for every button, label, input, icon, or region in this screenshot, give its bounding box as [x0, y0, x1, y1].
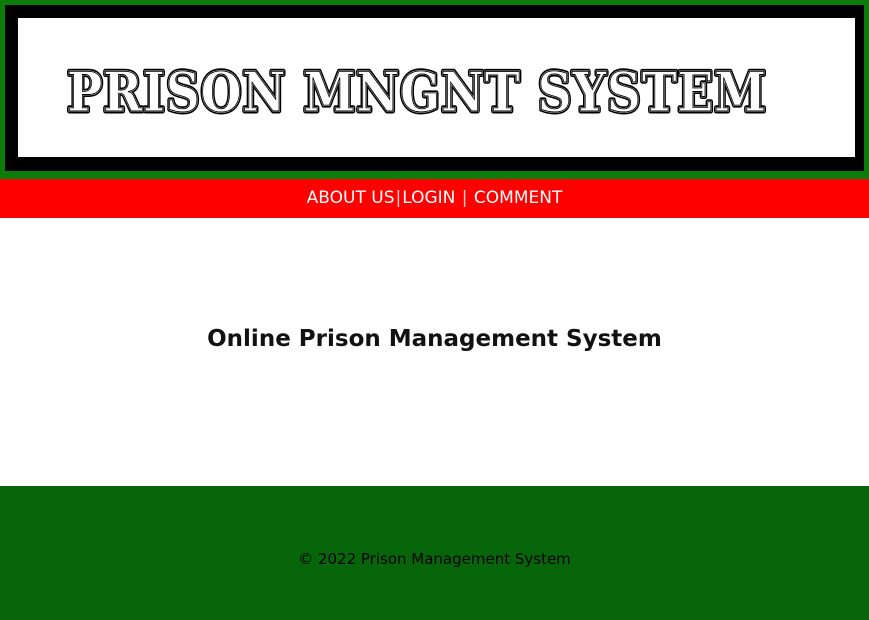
nav-link-about-us[interactable]: ABOUT US	[307, 188, 395, 208]
header-banner: PRISON MNGNT SYSTEM PRISON MNGNT SYSTEM …	[0, 0, 869, 179]
page-title: Online Prison Management System	[207, 326, 662, 352]
site-logo: PRISON MNGNT SYSTEM PRISON MNGNT SYSTEM …	[65, 58, 769, 127]
header-frame: PRISON MNGNT SYSTEM PRISON MNGNT SYSTEM …	[5, 5, 864, 171]
main-content: Online Prison Management System	[0, 218, 869, 486]
nav-link-login[interactable]: LOGIN	[402, 188, 455, 208]
footer-copyright: © 2022 Prison Management System	[298, 550, 571, 568]
header-logo-panel: PRISON MNGNT SYSTEM PRISON MNGNT SYSTEM …	[18, 18, 855, 157]
nav-separator: |	[461, 188, 468, 208]
main-nav: ABOUT US|LOGIN | COMMENT	[0, 179, 869, 218]
page-footer: © 2022 Prison Management System	[0, 486, 869, 620]
nav-link-comment[interactable]: COMMENT	[474, 188, 562, 208]
logo-text-inline: PRISON MNGNT SYSTEM	[67, 60, 767, 124]
